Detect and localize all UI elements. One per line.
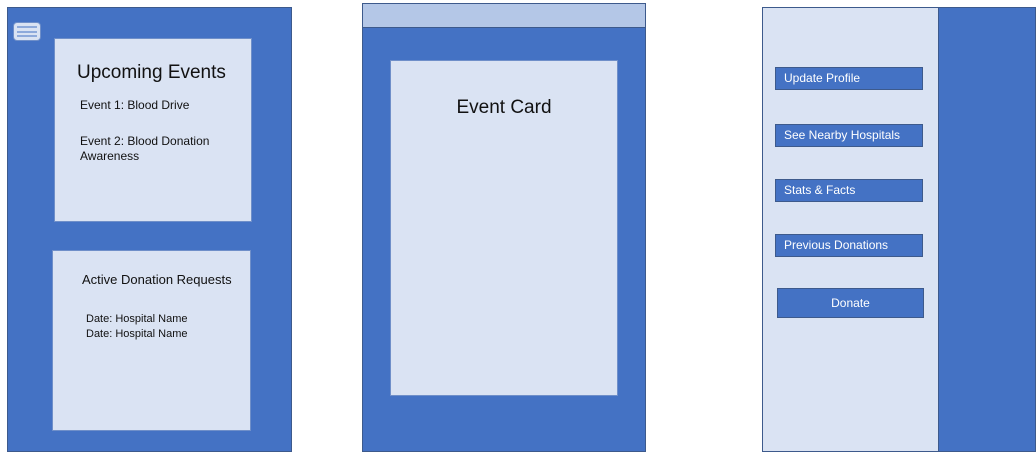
hamburger-menu-icon[interactable] [13, 22, 41, 41]
side-drawer: Update Profile See Nearby Hospitals Stat… [763, 8, 939, 451]
donate-button[interactable]: Donate [777, 288, 924, 318]
stats-facts-button[interactable]: Stats & Facts [775, 179, 923, 202]
request-item[interactable]: Date: Hospital Name [86, 312, 188, 327]
event-item[interactable]: Event 1: Blood Drive [80, 98, 189, 113]
event-card-title: Event Card [456, 97, 552, 118]
event-card[interactable]: Event Card [390, 60, 618, 396]
upcoming-events-title: Upcoming Events [77, 62, 226, 83]
nearby-hospitals-button[interactable]: See Nearby Hospitals [775, 124, 923, 147]
event-screen: Event Card [362, 3, 646, 452]
top-bar [363, 4, 645, 28]
request-item[interactable]: Date: Hospital Name [86, 327, 188, 342]
home-screen: Upcoming Events Event 1: Blood Drive Eve… [7, 7, 292, 452]
update-profile-button[interactable]: Update Profile [775, 67, 923, 90]
previous-donations-button[interactable]: Previous Donations [775, 234, 923, 257]
upcoming-events-card[interactable]: Upcoming Events Event 1: Blood Drive Eve… [54, 38, 252, 222]
event-item[interactable]: Event 2: Blood Donation Awareness [80, 134, 245, 164]
active-requests-card[interactable]: Active Donation Requests Date: Hospital … [52, 250, 251, 431]
menu-screen: Update Profile See Nearby Hospitals Stat… [762, 7, 1036, 452]
active-requests-title: Active Donation Requests [82, 272, 232, 287]
